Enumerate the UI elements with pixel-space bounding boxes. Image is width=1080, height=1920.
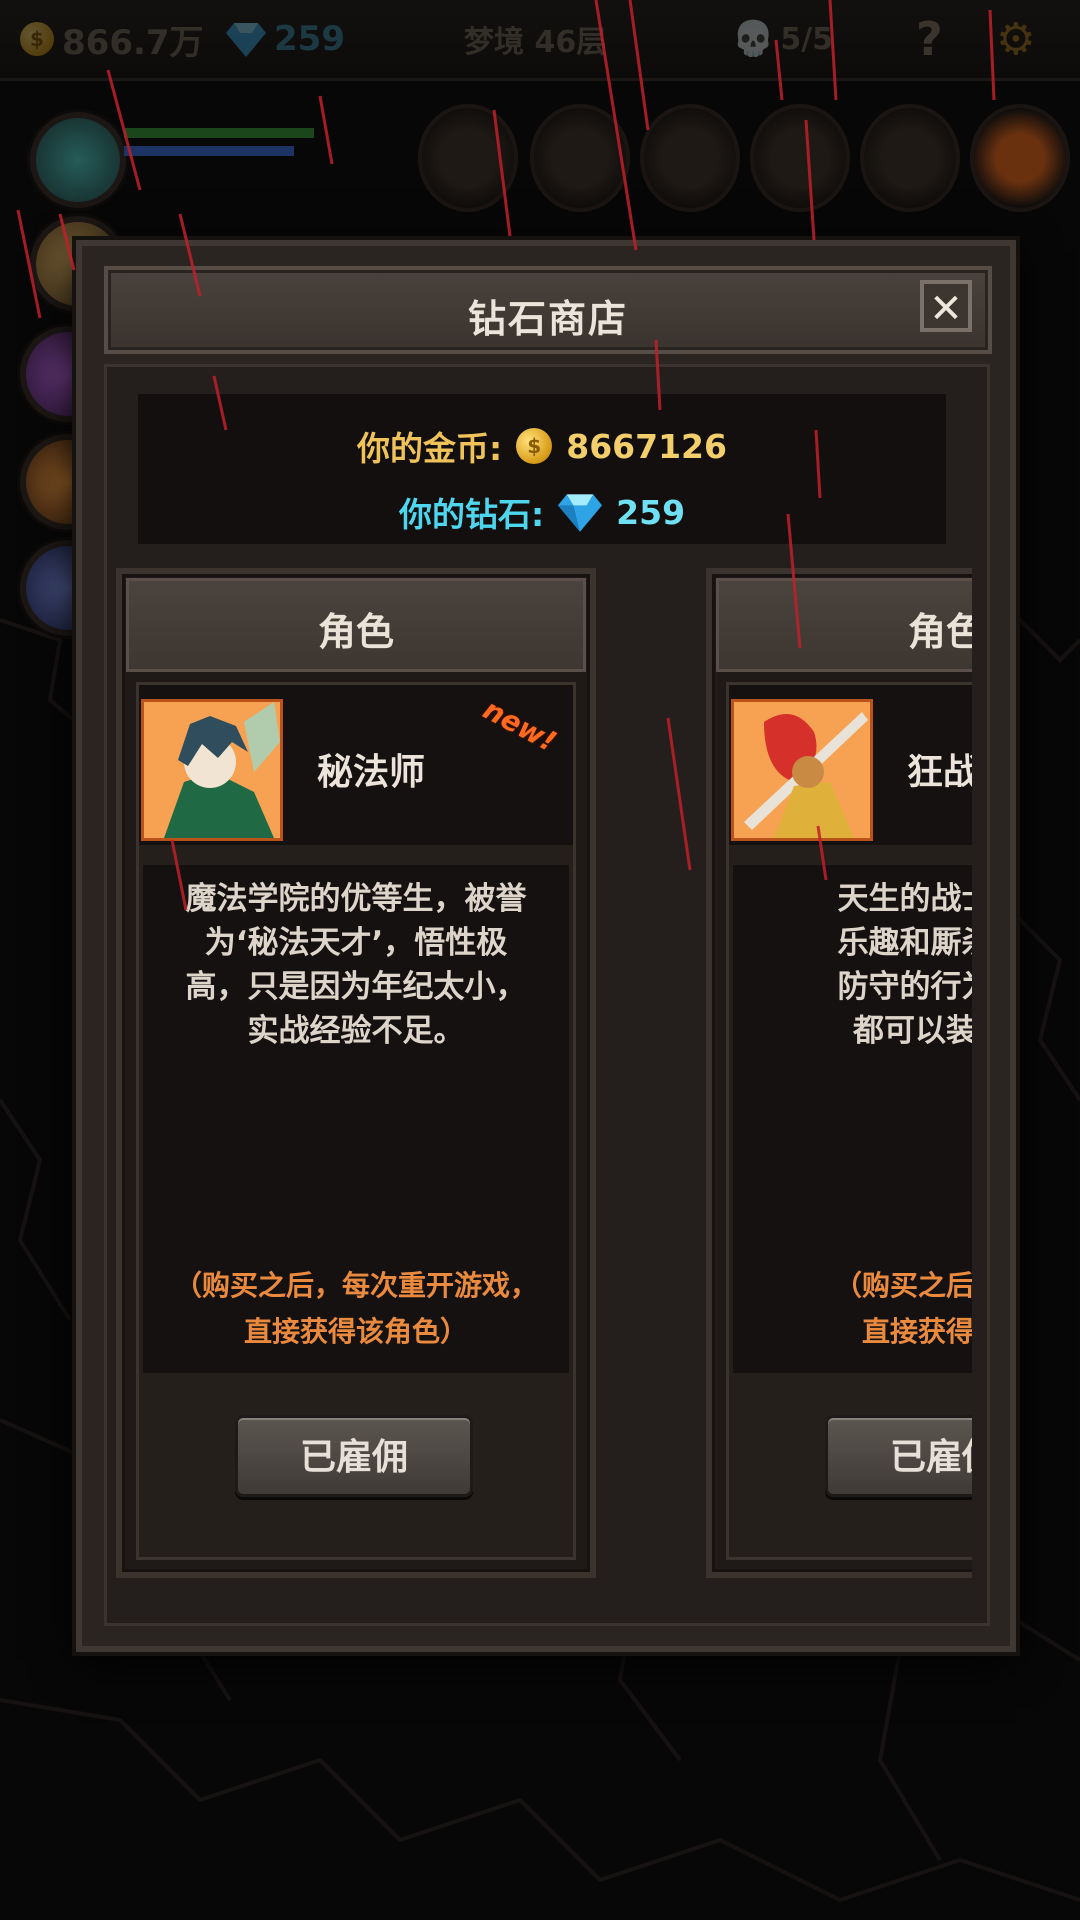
hero-avatar-mage bbox=[141, 699, 283, 841]
hero-card-mage[interactable]: 角色 秘法师 new! 魔法学院的优等生，被誉 为‘秘法天才’，悟性极 高，只是… bbox=[116, 568, 596, 1578]
purchase-note: （购买之后，每次 直接获得该角 bbox=[745, 1263, 972, 1355]
diamond-balance-label: 你的钻石: bbox=[398, 495, 545, 534]
purchase-note: （购买之后，每次重开游戏， 直接获得该角色） bbox=[155, 1263, 557, 1355]
gold-balance-row: 你的金币: $ 8667126 bbox=[138, 422, 946, 470]
description-line: 高，只是因为年纪太小， bbox=[185, 969, 527, 1005]
description-line: 魔法学院的优等生，被誉 bbox=[185, 881, 527, 917]
diamond-balance-row: 你的钻石: 259 bbox=[138, 488, 946, 536]
hero-avatar-berserker bbox=[731, 699, 873, 841]
berserker-portrait-image bbox=[734, 702, 870, 838]
description-line: 防守的行为，所 bbox=[837, 969, 973, 1005]
card-body: 狂战士 天生的战士，享 乐趣和厮杀的快 防守的行为，所 都可以装备武 （购买之后… bbox=[726, 682, 972, 1560]
diamond-icon bbox=[558, 494, 603, 532]
note-line: （购买之后，每次 bbox=[833, 1269, 972, 1302]
diamond-balance-value: 259 bbox=[616, 492, 686, 532]
hero-description-box: 天生的战士，享 乐趣和厮杀的快 防守的行为，所 都可以装备武 （购买之后，每次 … bbox=[733, 865, 972, 1373]
description-line: 天生的战士，享 bbox=[837, 881, 973, 917]
description-line: 实战经验不足。 bbox=[247, 1013, 465, 1049]
close-button[interactable]: ✕ bbox=[920, 280, 972, 332]
close-icon: ✕ bbox=[929, 286, 963, 332]
dialog-title: 钻石商店 bbox=[467, 297, 628, 341]
note-line: 直接获得该角 bbox=[861, 1315, 972, 1348]
hero-card-berserker[interactable]: 角色 狂战士 bbox=[706, 568, 972, 1578]
hero-name: 狂战士 bbox=[907, 752, 972, 793]
hero-description: 天生的战士，享 乐趣和厮杀的快 防守的行为，所 都可以装备武 bbox=[745, 877, 973, 1053]
card-header: 角色 bbox=[126, 578, 586, 672]
card-category: 角色 bbox=[317, 610, 394, 654]
new-badge: new! bbox=[478, 692, 563, 759]
note-line: 直接获得该角色） bbox=[243, 1315, 468, 1348]
dialog-title-bar: 钻石商店 ✕ bbox=[104, 266, 992, 354]
hero-info-row: 秘法师 new! bbox=[139, 685, 573, 845]
gold-balance-value: 8667126 bbox=[566, 426, 727, 466]
hired-button[interactable]: 已雇佣 bbox=[235, 1415, 473, 1497]
balance-panel: 你的金币: $ 8667126 你的钻石: 259 bbox=[138, 394, 946, 544]
gold-balance-label: 你的金币: bbox=[357, 429, 503, 468]
mage-portrait-image bbox=[144, 702, 280, 838]
description-line: 乐趣和厮杀的快 bbox=[837, 925, 973, 961]
description-line: 都可以装备武 bbox=[853, 1013, 972, 1049]
description-line: 为‘秘法天才’，悟性极 bbox=[204, 925, 508, 961]
note-line: （购买之后，每次重开游戏， bbox=[173, 1269, 538, 1302]
hero-info-row: 狂战士 bbox=[729, 685, 972, 845]
hero-name: 秘法师 bbox=[317, 752, 426, 793]
hero-description: 魔法学院的优等生，被誉 为‘秘法天才’，悟性极 高，只是因为年纪太小， 实战经验… bbox=[155, 877, 557, 1053]
card-body: 秘法师 new! 魔法学院的优等生，被誉 为‘秘法天才’，悟性极 高，只是因为年… bbox=[136, 682, 576, 1560]
gold-coin-icon: $ bbox=[516, 428, 553, 464]
card-header: 角色 bbox=[716, 578, 972, 672]
hero-cards-carousel[interactable]: 角色 秘法师 new! 魔法学院的优等生，被誉 为‘秘法天才’，悟性极 高，只是… bbox=[116, 568, 972, 1612]
diamond-shop-dialog: 钻石商店 ✕ 你的金币: $ 8667126 你的钻石: 259 角色 秘法师 … bbox=[76, 240, 1016, 1652]
card-category: 角色 bbox=[907, 610, 972, 654]
hero-description-box: 魔法学院的优等生，被誉 为‘秘法天才’，悟性极 高，只是因为年纪太小， 实战经验… bbox=[143, 865, 569, 1373]
hired-button[interactable]: 已雇佣 bbox=[825, 1415, 972, 1497]
